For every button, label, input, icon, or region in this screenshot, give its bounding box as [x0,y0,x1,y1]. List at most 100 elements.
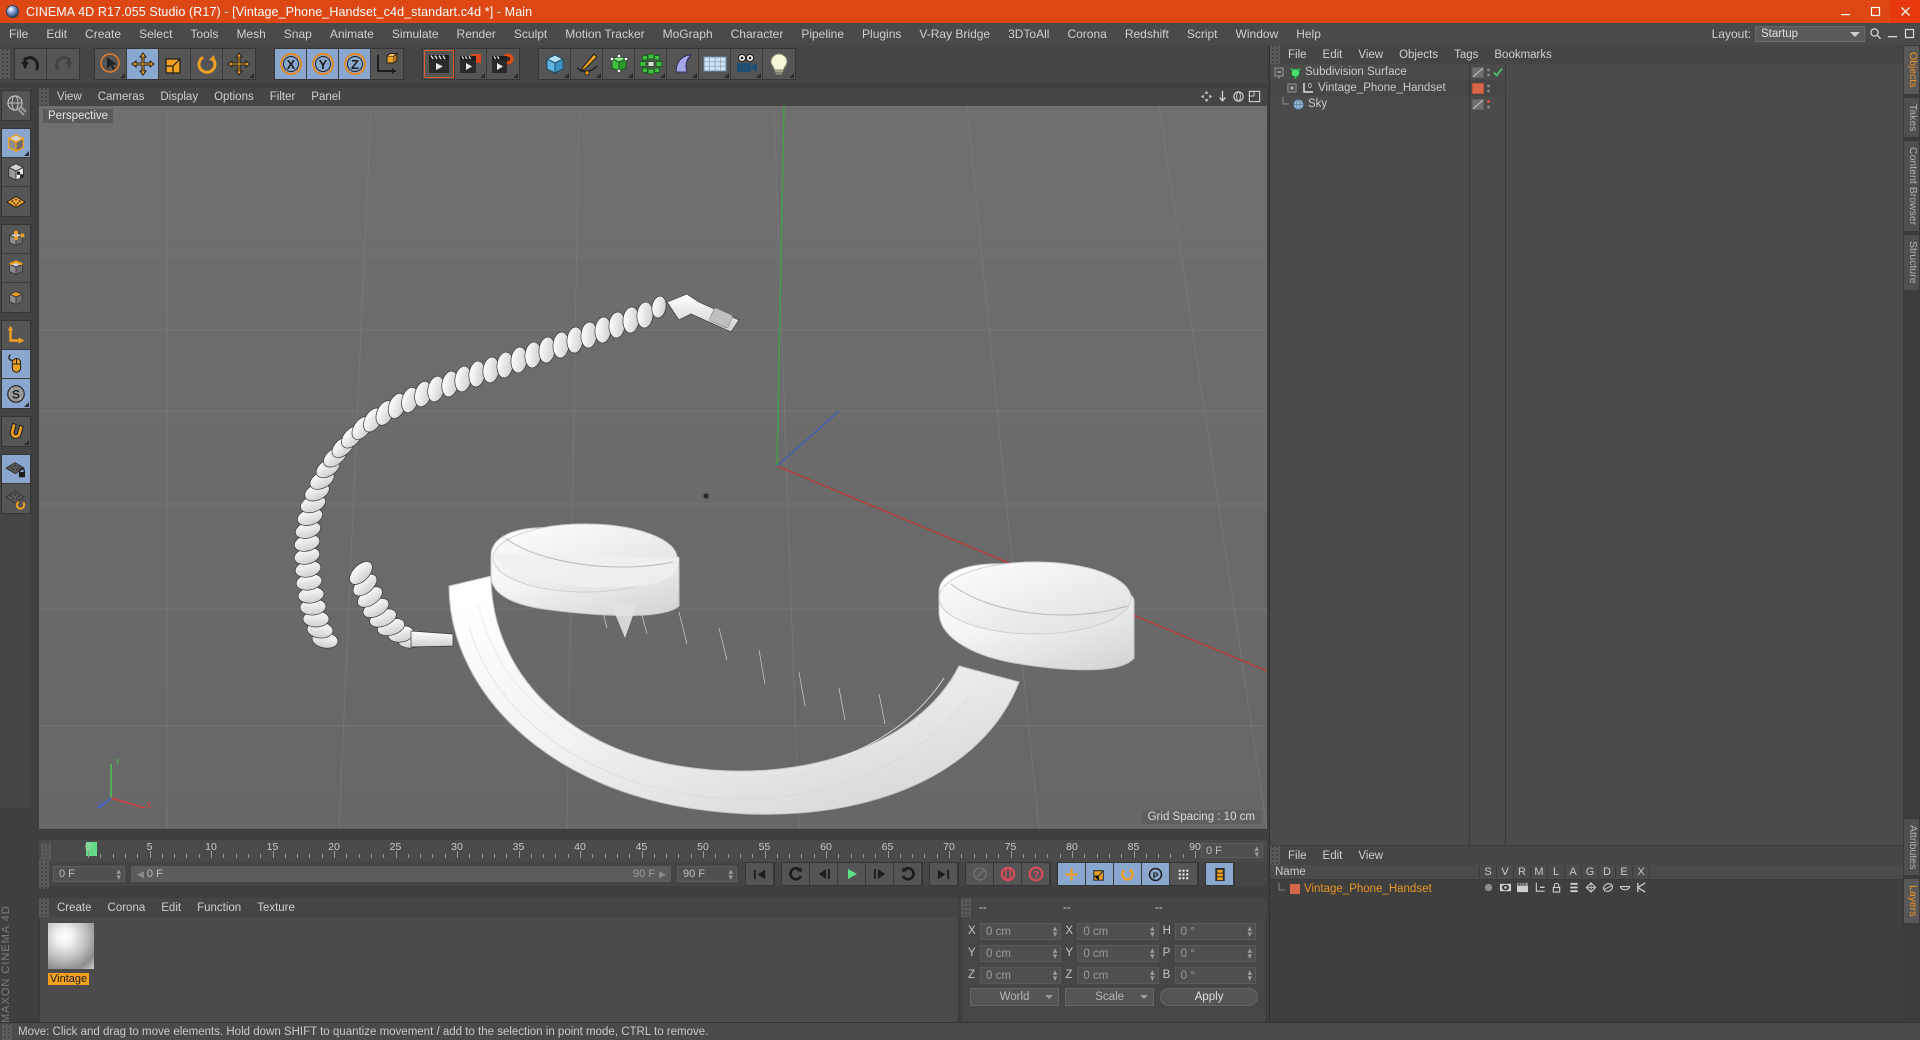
point-level-animation-button[interactable] [1170,863,1198,885]
workplane-rotate-button[interactable] [1,484,30,513]
menu-item-help[interactable]: Help [1287,23,1330,45]
tab-content-browser[interactable]: Content Browser [1903,140,1920,233]
3d-viewport[interactable]: Perspective Grid Spacing : 10 cm Y X Z [39,106,1267,829]
go-to-next-key-button[interactable] [894,863,922,885]
layers-column-x[interactable]: X [1633,866,1650,878]
deformer-icon[interactable] [1599,882,1616,896]
add-mograph-button[interactable] [635,49,667,79]
menu-item-character[interactable]: Character [722,23,793,45]
material-preview-sphere[interactable] [48,923,94,969]
viewport-menu-options[interactable]: Options [206,91,262,103]
viewport-grip[interactable] [39,88,49,106]
record-active-objects-button[interactable] [966,863,994,885]
lock-icon[interactable] [1548,882,1565,896]
position-y-input[interactable]: 0 cm ▴ ▾ [980,944,1062,962]
viewport-menu-panel[interactable]: Panel [303,91,348,103]
spinner-icon[interactable]: ▴ ▾ [1150,923,1155,938]
viewport-menu-filter[interactable]: Filter [262,91,304,103]
objmgr-menu-tags[interactable]: Tags [1446,49,1486,61]
add-generator-button[interactable] [603,49,635,79]
transport-grip[interactable] [39,859,49,889]
menu-item-script[interactable]: Script [1178,23,1227,45]
undo-button[interactable] [15,49,47,79]
render-icon[interactable] [1514,882,1531,896]
matmgr-menu-corona[interactable]: Corona [100,902,154,914]
apply-button[interactable]: Apply [1160,988,1258,1006]
rotation-key-button[interactable] [1114,863,1142,885]
layers-column-l[interactable]: L [1548,866,1565,878]
edges-mode-button[interactable] [1,254,30,283]
rotation-p-input[interactable]: 0 ° ▴ ▾ [1174,944,1256,962]
spinner-icon[interactable]: ▴ ▾ [116,867,121,882]
lock-z-axis-button[interactable]: Z [339,49,371,79]
rotation-b-input[interactable]: 0 ° ▴ ▾ [1174,966,1256,984]
animation-icon[interactable] [1565,882,1582,896]
generator-icon[interactable] [1582,881,1599,896]
lock-y-axis-button[interactable]: Y [307,49,339,79]
status-bar-grip[interactable] [2,1023,12,1040]
redo-button[interactable] [47,49,79,79]
object-row-sky[interactable]: Sky [1270,96,1469,112]
timeline-right-field[interactable]: 0 F ▴ ▾ [1201,843,1263,859]
play-button[interactable] [838,863,866,885]
menu-item-window[interactable]: Window [1227,23,1288,45]
layers-column-g[interactable]: G [1582,866,1599,878]
layer-solo-icon[interactable] [1480,882,1497,896]
rotate-tool-button[interactable] [191,49,223,79]
size-x-input[interactable]: 0 cm ▴ ▾ [1077,922,1159,940]
position-x-input[interactable]: 0 cm ▴ ▾ [980,922,1062,940]
menu-item-sculpt[interactable]: Sculpt [505,23,556,45]
matmgr-menu-edit[interactable]: Edit [153,902,189,914]
timeline-grip[interactable] [41,843,51,859]
workplane-mode-button[interactable] [1,187,30,216]
render-to-picture-viewer-button[interactable] [455,49,487,79]
menu-item-mesh[interactable]: Mesh [227,23,274,45]
material-manager-grip[interactable] [39,898,49,917]
autokeying-button[interactable] [994,863,1022,885]
objmgr-menu-objects[interactable]: Objects [1391,49,1446,61]
end-frame-field[interactable]: 90 F ▴ ▾ [677,866,737,882]
menu-item-3dtoall[interactable]: 3DToAll [999,23,1058,45]
layers-column-m[interactable]: M [1531,866,1548,878]
spinner-icon[interactable]: ▴ ▾ [1247,967,1252,982]
object-tags-row[interactable] [1470,64,1505,80]
layer-row-vintage-phone-handset[interactable]: Vintage_Phone_Handset [1270,880,1903,897]
objmgr-menu-file[interactable]: File [1280,49,1315,61]
scale-key-button[interactable] [1086,863,1114,885]
object-manager-empty-area[interactable] [1506,64,1903,845]
material-list[interactable]: Vintage [39,917,959,1023]
menu-item-animate[interactable]: Animate [321,23,383,45]
menu-item-create[interactable]: Create [76,23,130,45]
menu-item-render[interactable]: Render [448,23,505,45]
spinner-icon[interactable]: ▴ ▾ [1053,923,1058,938]
start-frame-field[interactable]: 0 F ▴ ▾ [53,866,125,882]
points-mode-button[interactable] [1,225,30,254]
maximize-view-icon[interactable] [1248,90,1261,108]
menu-item-file[interactable]: File [0,23,37,45]
move-tool-button[interactable] [127,49,159,79]
search-icon[interactable] [1869,27,1882,41]
object-tags-row[interactable] [1470,96,1505,112]
tab-objects[interactable]: Objects [1903,45,1920,95]
coordinates-grip[interactable] [961,898,971,917]
layers-menu-edit[interactable]: Edit [1315,850,1351,862]
add-spline-button[interactable] [571,49,603,79]
pan-view-icon[interactable] [1200,90,1213,108]
dolly-view-icon[interactable] [1216,90,1229,108]
object-tags-row[interactable] [1470,80,1505,96]
menu-item-simulate[interactable]: Simulate [383,23,448,45]
rotate-view-icon[interactable] [1232,90,1245,108]
spinner-icon[interactable]: ▴ ▾ [728,867,733,882]
restore-layout-icon[interactable] [1886,27,1899,41]
close-button[interactable] [1890,0,1920,23]
objmgr-menu-edit[interactable]: Edit [1315,49,1351,61]
world-object-coordinate-button[interactable] [371,49,403,79]
spinner-icon[interactable]: ▴ ▾ [1247,945,1252,960]
toolbar-grip[interactable] [0,49,10,79]
layout-dropdown[interactable]: Startup [1755,26,1865,42]
layers-column-r[interactable]: R [1514,866,1531,878]
spinner-icon[interactable]: ▴ ▾ [1247,923,1252,938]
object-row-subdivision-surface[interactable]: Subdivision Surface [1270,64,1469,80]
tab-structure[interactable]: Structure [1903,234,1920,291]
go-to-next-frame-button[interactable] [866,863,894,885]
